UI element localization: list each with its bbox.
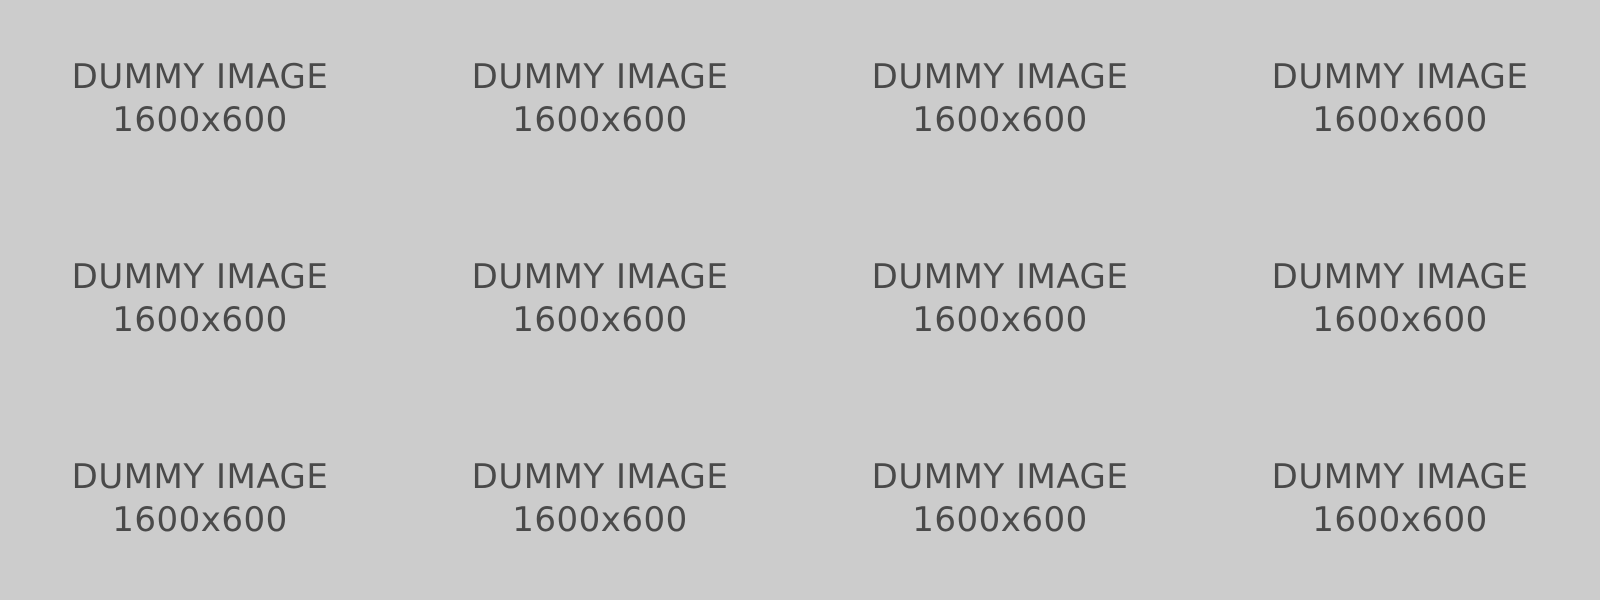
placeholder-dimensions: 1600x600 bbox=[112, 300, 288, 340]
placeholder-text-tile: DUMMY IMAGE 1600x600 bbox=[400, 400, 800, 540]
placeholder-dimensions: 1600x600 bbox=[512, 300, 688, 340]
placeholder-text-tile: DUMMY IMAGE 1600x600 bbox=[0, 0, 400, 140]
placeholder-label: DUMMY IMAGE bbox=[71, 457, 329, 497]
placeholder-dimensions: 1600x600 bbox=[912, 500, 1088, 540]
placeholder-dimensions: 1600x600 bbox=[912, 100, 1088, 140]
placeholder-text-tile: DUMMY IMAGE 1600x600 bbox=[0, 400, 400, 540]
placeholder-label: DUMMY IMAGE bbox=[871, 457, 1129, 497]
placeholder-label: DUMMY IMAGE bbox=[1271, 457, 1529, 497]
placeholder-text-tile: DUMMY IMAGE 1600x600 bbox=[0, 200, 400, 340]
placeholder-label: DUMMY IMAGE bbox=[1271, 57, 1529, 97]
placeholder-dimensions: 1600x600 bbox=[112, 500, 288, 540]
placeholder-text-tile: DUMMY IMAGE 1600x600 bbox=[1200, 400, 1600, 540]
placeholder-label: DUMMY IMAGE bbox=[71, 257, 329, 297]
placeholder-text-tile: DUMMY IMAGE 1600x600 bbox=[1200, 0, 1600, 140]
placeholder-dimensions: 1600x600 bbox=[512, 500, 688, 540]
placeholder-label: DUMMY IMAGE bbox=[1271, 257, 1529, 297]
placeholder-text-tile: DUMMY IMAGE 1600x600 bbox=[400, 200, 800, 340]
placeholder-label: DUMMY IMAGE bbox=[71, 57, 329, 97]
placeholder-text-tile: DUMMY IMAGE 1600x600 bbox=[800, 0, 1200, 140]
placeholder-dimensions: 1600x600 bbox=[1312, 500, 1488, 540]
placeholder-label: DUMMY IMAGE bbox=[471, 457, 729, 497]
placeholder-label: DUMMY IMAGE bbox=[871, 257, 1129, 297]
placeholder-label: DUMMY IMAGE bbox=[471, 257, 729, 297]
placeholder-text-tile: DUMMY IMAGE 1600x600 bbox=[1200, 200, 1600, 340]
placeholder-dimensions: 1600x600 bbox=[912, 300, 1088, 340]
placeholder-dimensions: 1600x600 bbox=[112, 100, 288, 140]
placeholder-image: DUMMY IMAGE 1600x600 DUMMY IMAGE 1600x60… bbox=[0, 0, 1600, 600]
placeholder-label: DUMMY IMAGE bbox=[471, 57, 729, 97]
placeholder-dimensions: 1600x600 bbox=[512, 100, 688, 140]
placeholder-text-tile: DUMMY IMAGE 1600x600 bbox=[400, 0, 800, 140]
placeholder-dimensions: 1600x600 bbox=[1312, 100, 1488, 140]
placeholder-label: DUMMY IMAGE bbox=[871, 57, 1129, 97]
placeholder-text-tile: DUMMY IMAGE 1600x600 bbox=[800, 200, 1200, 340]
placeholder-dimensions: 1600x600 bbox=[1312, 300, 1488, 340]
placeholder-text-tile: DUMMY IMAGE 1600x600 bbox=[800, 400, 1200, 540]
